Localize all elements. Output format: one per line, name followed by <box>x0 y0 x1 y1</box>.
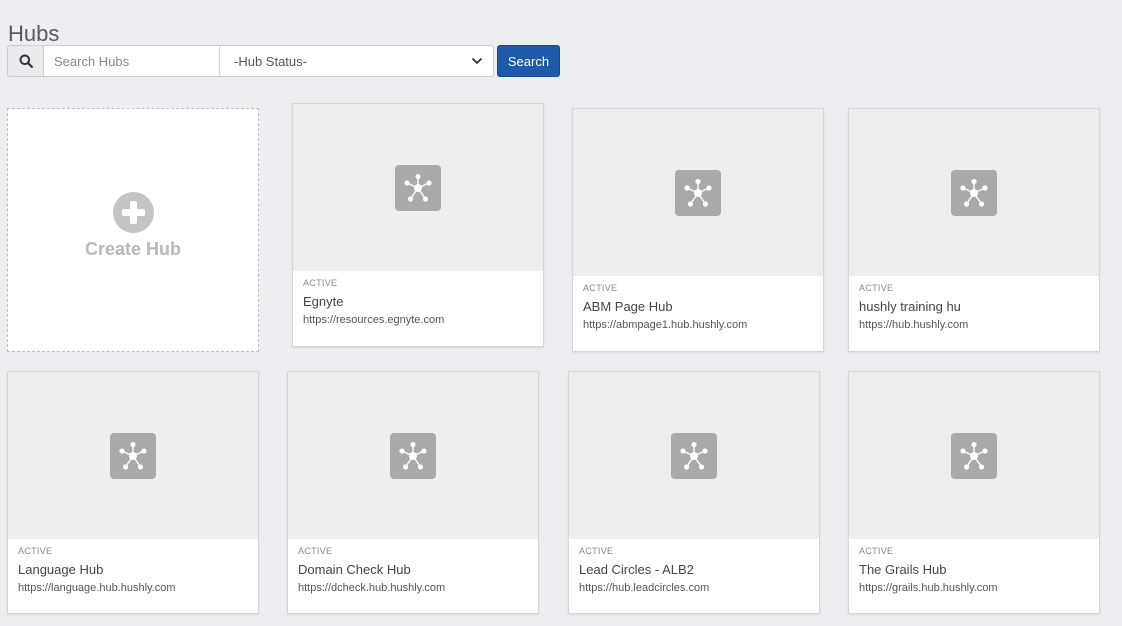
search-icon[interactable] <box>7 45 43 77</box>
hub-thumbnail[interactable] <box>849 372 1099 539</box>
hub-thumbnail[interactable] <box>849 109 1099 276</box>
hub-name[interactable]: ABM Page Hub <box>583 299 813 314</box>
hub-url[interactable]: https://hub.hushly.com <box>859 319 1089 331</box>
hub-status-label: ACTIVE <box>859 283 894 293</box>
hub-name[interactable]: hushly training hu <box>859 299 1089 314</box>
create-hub-label: Create Hub <box>84 239 182 259</box>
chevron-down-icon <box>471 57 483 65</box>
hub-network-icon <box>110 432 156 479</box>
hub-card[interactable]: ACTIVE Domain Check Hub https://dcheck.hub… <box>287 371 539 614</box>
hub-url[interactable]: https://hub.leadcircles.com <box>579 582 809 594</box>
hub-card[interactable]: ACTIVE The Grails Hub https://grails.hub.h… <box>848 371 1100 614</box>
hub-card-body: ACTIVE ABM Page Hub https://abmpage1.hub.h… <box>573 283 823 331</box>
hub-network-icon <box>951 432 997 479</box>
hub-url[interactable]: https://grails.hub.hushly.com <box>859 582 1089 594</box>
hub-name[interactable]: Egnyte <box>303 294 533 309</box>
search-input[interactable] <box>43 45 225 77</box>
hub-name[interactable]: Lead Circles - ALB2 <box>579 562 809 577</box>
hub-url[interactable]: https://dcheck.hub.hushly.com <box>298 582 528 594</box>
search-button[interactable]: Search <box>497 45 560 77</box>
hub-card-body: ACTIVE Domain Check Hub https://dcheck.hub… <box>288 546 538 594</box>
hub-status-label: ACTIVE <box>859 546 894 556</box>
create-hub-card[interactable]: Create Hub <box>7 108 259 352</box>
hub-card-body: ACTIVE Egnyte https://resources.egnyte.com <box>293 278 543 326</box>
hub-status-select[interactable]: -Hub Status- <box>219 45 494 77</box>
hub-card-body: ACTIVE Lead Circles - ALB2 https://hub.lea… <box>569 546 819 594</box>
hub-url[interactable]: https://resources.egnyte.com <box>303 314 533 326</box>
hub-card-body: ACTIVE hushly training hu https://hub.hush… <box>849 283 1099 331</box>
page-title: Hubs <box>8 20 60 46</box>
hub-network-icon <box>671 432 717 479</box>
hub-network-icon <box>395 164 441 211</box>
hub-card-body: ACTIVE Language Hub https://language.hub.h… <box>8 546 258 594</box>
hub-status-selected-value: -Hub Status- <box>234 53 307 69</box>
hub-status-label: ACTIVE <box>18 546 53 556</box>
hub-card[interactable]: ACTIVE Lead Circles - ALB2 https://hub.lea… <box>568 371 820 614</box>
hub-url[interactable]: https://abmpage1.hub.hushly.com <box>583 319 813 331</box>
hub-card[interactable]: ACTIVE Language Hub https://language.hub.h… <box>7 371 259 614</box>
hub-card[interactable]: ACTIVE Egnyte https://resources.egnyte.com <box>292 103 544 347</box>
hub-card-body: ACTIVE The Grails Hub https://grails.hub.h… <box>849 546 1099 594</box>
hub-thumbnail[interactable] <box>293 104 543 271</box>
hub-thumbnail[interactable] <box>573 109 823 276</box>
hub-thumbnail[interactable] <box>569 372 819 539</box>
hub-card[interactable]: ACTIVE hushly training hu https://hub.hush… <box>848 108 1100 352</box>
hub-status-label: ACTIVE <box>303 278 338 288</box>
hub-network-icon <box>675 169 721 216</box>
hub-name[interactable]: The Grails Hub <box>859 562 1089 577</box>
hub-status-label: ACTIVE <box>298 546 333 556</box>
hub-thumbnail[interactable] <box>288 372 538 539</box>
hub-network-icon <box>951 169 997 216</box>
hub-network-icon <box>390 432 436 479</box>
hub-name[interactable]: Language Hub <box>18 562 248 577</box>
hub-thumbnail[interactable] <box>8 372 258 539</box>
search-group <box>7 45 225 77</box>
plus-circle-icon <box>112 192 154 233</box>
hub-card[interactable]: ACTIVE ABM Page Hub https://abmpage1.hub.h… <box>572 108 824 352</box>
hub-status-label: ACTIVE <box>583 283 618 293</box>
hub-url[interactable]: https://language.hub.hushly.com <box>18 582 248 594</box>
hub-status-label: ACTIVE <box>579 546 614 556</box>
hub-name[interactable]: Domain Check Hub <box>298 562 528 577</box>
